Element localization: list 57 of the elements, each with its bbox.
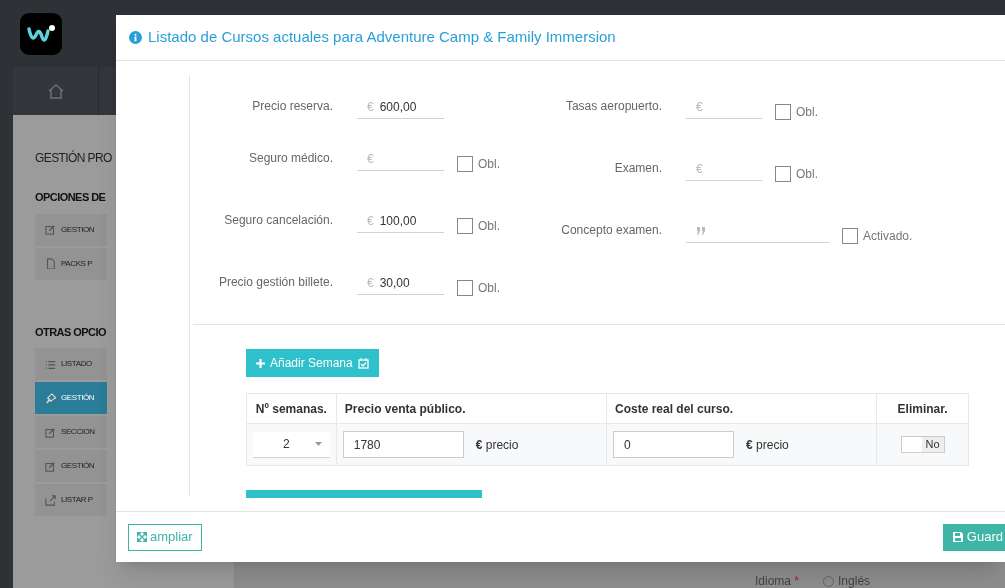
info-icon: [129, 31, 142, 44]
checkbox[interactable]: Obl.: [775, 103, 818, 121]
expand-icon: [137, 532, 147, 542]
sidebar-item[interactable]: PACKS P: [35, 247, 107, 280]
plus-icon: [256, 358, 265, 368]
home-icon[interactable]: [46, 82, 65, 100]
unit-label: € precio: [475, 436, 519, 454]
sidebar-item[interactable]: GESTIÓN: [35, 450, 107, 482]
weeks-dropdown[interactable]: 2: [252, 431, 330, 458]
menu-icon: [45, 258, 56, 269]
field-label: Seguro médico.: [247, 150, 333, 167]
field-label: Tasas aeropuerto.: [564, 98, 662, 115]
column-header: Eliminar.: [896, 400, 949, 418]
menu-icon: [45, 426, 56, 438]
calendar-icon: [357, 357, 369, 369]
field-label: Concepto examen.: [560, 222, 662, 239]
quote-icon: [696, 226, 707, 235]
input-field[interactable]: 1780: [342, 431, 464, 458]
radio-option[interactable]: Inglés: [823, 574, 871, 588]
caret-icon: [314, 442, 322, 446]
save-button[interactable]: Guard: [942, 523, 1005, 551]
input-field[interactable]: € 600,00: [357, 95, 444, 119]
unit-label: € precio: [746, 436, 789, 454]
menu-icon: [45, 392, 56, 404]
menu-icon: [45, 224, 56, 235]
menu-icon: [45, 494, 56, 506]
menu-icon: [45, 460, 56, 472]
modal-title: Listado de Cursos actuales para Adventure Camp & Family Immersion: [148, 27, 616, 48]
sidebar-item[interactable]: SECCION: [35, 416, 107, 448]
checkbox[interactable]: Obl.: [457, 217, 500, 235]
expand-button[interactable]: ampliar: [128, 523, 202, 551]
menu-icon: [45, 358, 56, 370]
field-label: Examen.: [613, 160, 662, 177]
checkbox[interactable]: Obl.: [457, 279, 500, 297]
sidebar-item[interactable]: LISTADO: [35, 348, 107, 380]
column-header: Precio venta público.: [336, 394, 607, 423]
input-field[interactable]: € 100,00: [357, 209, 444, 233]
field-label: Precio reserva.: [251, 98, 333, 115]
app-logo[interactable]: [20, 12, 62, 55]
save-icon: [952, 532, 963, 542]
column-header: Nº semanas.: [247, 394, 337, 423]
field-label: Idioma *: [755, 574, 800, 588]
input-field[interactable]: 0: [613, 431, 734, 458]
field-label: Seguro cancelación.: [223, 212, 333, 229]
delete-toggle[interactable]: No: [900, 436, 945, 453]
sidebar-title: GESTIÓN PRO: [35, 149, 112, 167]
sidebar-item[interactable]: GESTION: [35, 213, 107, 246]
sidebar-item[interactable]: GESTIÓN: [35, 382, 107, 414]
section-heading: OTRAS OPCIO: [35, 324, 106, 340]
checkbox[interactable]: Obl.: [457, 155, 500, 173]
field-label: Precio gestión billete.: [217, 274, 333, 291]
input-field[interactable]: € 30,00: [357, 271, 444, 295]
checkbox[interactable]: Obl.: [775, 165, 818, 183]
checkbox[interactable]: Activado.: [842, 227, 913, 245]
column-header: Coste real del curso.: [607, 394, 878, 423]
sidebar-item[interactable]: LISTAR P: [35, 484, 107, 516]
section-heading: OPCIONES DE: [35, 190, 106, 205]
